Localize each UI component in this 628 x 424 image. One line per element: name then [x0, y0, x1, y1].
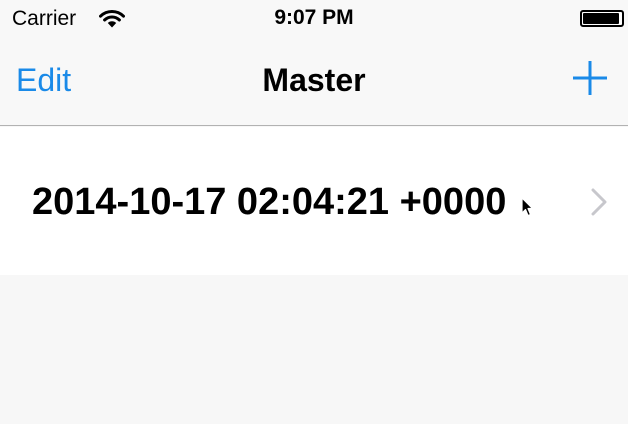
- status-time: 9:07 PM: [274, 6, 354, 29]
- plus-icon: [573, 61, 607, 95]
- battery-fill: [583, 13, 619, 24]
- page-title: Master: [262, 62, 366, 98]
- add-button[interactable]: [570, 58, 610, 98]
- row-date-label: 2014-10-17 02:04:21 +0000: [32, 181, 507, 223]
- table-row[interactable]: 2014-10-17 02:04:21 +0000: [0, 127, 628, 275]
- chevron-right-icon: [591, 188, 607, 216]
- battery-icon: [580, 10, 624, 27]
- navigation-bar: Edit Master: [0, 40, 628, 126]
- mouse-pointer-icon: [521, 197, 533, 217]
- master-table: 2014-10-17 02:04:21 +0000: [0, 127, 628, 275]
- status-bar: Carrier 9:07 PM: [0, 0, 628, 40]
